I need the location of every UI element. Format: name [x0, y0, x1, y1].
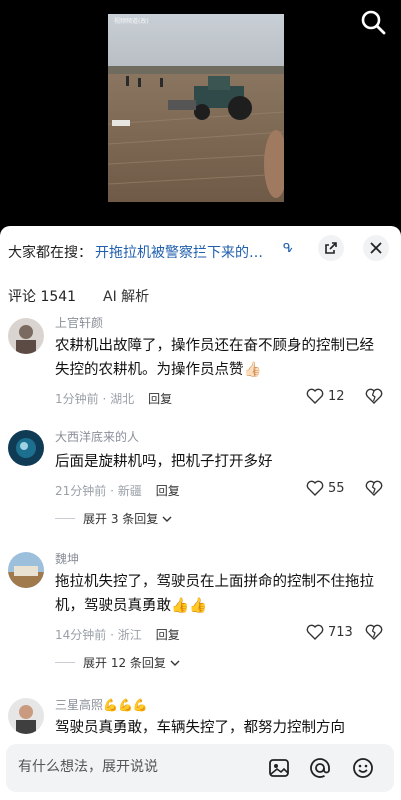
expand-replies-button[interactable]: 展开 12 条回复: [55, 654, 181, 671]
comment-input-bar: [0, 736, 401, 800]
avatar[interactable]: [8, 318, 44, 354]
video-watermark: 视频频道(改): [114, 18, 149, 25]
reply-button[interactable]: 回复: [156, 484, 180, 498]
comment-input-box[interactable]: [6, 744, 394, 792]
hot-search-query-link[interactable]: 开拖拉机被警察拦下来的…: [95, 242, 263, 262]
dislike-button[interactable]: [365, 624, 383, 644]
tab-comments[interactable]: 评论 1541: [8, 286, 76, 306]
dislike-button[interactable]: [365, 388, 383, 408]
comment-text: 农耕机出故障了，操作员还在奋不顾身的控制已经失控的农耕机。为操作员点赞👍🏻: [55, 338, 374, 378]
comment-tabs: 评论 1541 AI 解析: [0, 286, 401, 316]
heart-icon: [306, 624, 324, 640]
dislike-button[interactable]: [365, 480, 383, 500]
comment-meta: 14分钟前 · 浙江 回复: [55, 626, 180, 643]
video-area[interactable]: 视频频道(改): [0, 0, 401, 228]
emoji-button[interactable]: [352, 757, 374, 779]
comment-username[interactable]: 三星高照💪💪💪: [55, 696, 148, 713]
comment-text: 后面是旋耕机吗，把机子打开多好: [55, 454, 273, 470]
reply-button[interactable]: 回复: [156, 628, 180, 642]
comment-username[interactable]: 上官轩颜: [55, 314, 103, 331]
like-count: 55: [328, 480, 345, 496]
share-icon: [325, 242, 337, 254]
comment-text: 拖拉机失控了，驾驶员在上面拼命的控制不住拖拉机，驾驶员真勇敢👍👍: [55, 574, 374, 614]
like-count: 713: [328, 624, 353, 640]
comment-sheet: 大家都在搜： 开拖拉机被警察拦下来的… ᕴ 评论 1541 AI 解析 上官轩颜…: [0, 226, 401, 800]
mention-button[interactable]: [309, 757, 331, 779]
tab-ai-analysis[interactable]: AI 解析: [103, 286, 149, 306]
close-button[interactable]: [363, 235, 389, 261]
comment-username[interactable]: 魏坤: [55, 550, 79, 567]
expand-divider: [55, 518, 75, 519]
search-button[interactable]: [359, 8, 387, 36]
like-count: 12: [328, 388, 345, 404]
dislike-icon: [365, 624, 383, 640]
close-icon: [370, 242, 382, 254]
at-icon: [310, 758, 330, 778]
avatar[interactable]: [8, 698, 44, 734]
comment-meta: 21分钟前 · 新疆 回复: [55, 482, 180, 499]
search-icon: [361, 10, 386, 35]
video-frame[interactable]: 视频频道(改): [108, 14, 284, 202]
comment-meta: 1分钟前 · 湖北 回复: [55, 390, 172, 407]
like-button[interactable]: 12: [306, 388, 345, 404]
avatar[interactable]: [8, 430, 44, 466]
dislike-icon: [365, 388, 383, 404]
expand-replies-label: 展开 12 条回复: [83, 656, 166, 670]
expand-divider: [55, 662, 75, 663]
image-button[interactable]: [268, 757, 290, 779]
chevron-down-icon: [170, 660, 180, 666]
hot-search-prefix: 大家都在搜：: [8, 245, 92, 261]
comment-input[interactable]: [18, 759, 258, 775]
comment-time-location: 1分钟前 · 湖北: [55, 392, 135, 406]
chevron-down-icon: [162, 516, 172, 522]
comment-time-location: 21分钟前 · 新疆: [55, 484, 142, 498]
share-button[interactable]: [318, 235, 344, 261]
reply-button[interactable]: 回复: [148, 392, 172, 406]
image-icon: [269, 759, 289, 777]
like-button[interactable]: 713: [306, 624, 353, 640]
avatar[interactable]: [8, 552, 44, 588]
expand-replies-label: 展开 3 条回复: [83, 512, 159, 526]
hot-search-bar[interactable]: 大家都在搜： 开拖拉机被警察拦下来的… ᕴ: [0, 226, 401, 274]
expand-replies-button[interactable]: 展开 3 条回复: [55, 510, 173, 527]
comment-time-location: 14分钟前 · 浙江: [55, 628, 142, 642]
hot-search-icon: ᕴ: [283, 241, 293, 255]
heart-icon: [306, 388, 324, 404]
emoji-icon: [353, 758, 373, 778]
heart-icon: [306, 480, 324, 496]
dislike-icon: [365, 480, 383, 496]
video-still-image: [108, 14, 284, 202]
like-button[interactable]: 55: [306, 480, 345, 496]
comment-username[interactable]: 大西洋底来的人: [55, 428, 139, 445]
